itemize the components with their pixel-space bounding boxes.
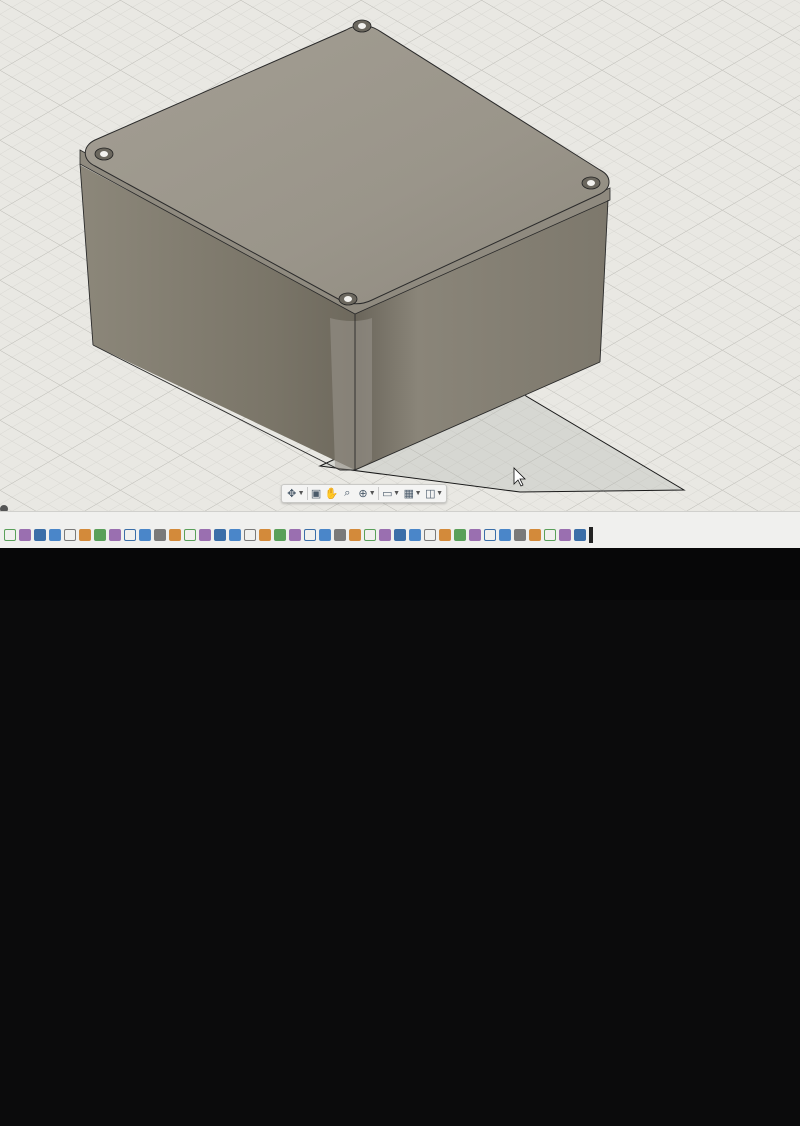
timeline-feature-icon[interactable] [94, 529, 106, 541]
zoom-icon[interactable]: ⌕ [341, 486, 355, 501]
timeline-feature-icon[interactable] [169, 529, 181, 541]
timeline-feature-icon[interactable] [259, 529, 271, 541]
grid-dropdown-caret[interactable]: ▼ [415, 490, 422, 497]
timeline-feature-icon[interactable] [379, 529, 391, 541]
timeline-feature-icon[interactable] [544, 529, 556, 541]
timeline-feature-icon[interactable] [529, 529, 541, 541]
timeline-feature-icon[interactable] [484, 529, 496, 541]
timeline-feature-icon[interactable] [139, 529, 151, 541]
timeline-feature-icon[interactable] [4, 529, 16, 541]
timeline-feature-icon[interactable] [199, 529, 211, 541]
fit-icon[interactable]: ⊕ [356, 486, 370, 501]
orbit-icon[interactable]: ✥ [285, 486, 299, 501]
zoom-dropdown-caret[interactable]: ▼ [369, 490, 376, 497]
screw-hole-icon [581, 176, 601, 190]
timeline-feature-icon[interactable] [304, 529, 316, 541]
timeline-feature-icon[interactable] [109, 529, 121, 541]
timeline-feature-list [4, 527, 593, 543]
screw-hole-icon [94, 147, 114, 161]
look-at-icon[interactable]: ▣ [309, 486, 323, 501]
monitor-brand-logo [330, 1114, 400, 1126]
orbit-dropdown-caret[interactable]: ▼ [298, 490, 305, 497]
canvas-viewport[interactable] [0, 0, 800, 548]
timeline-feature-icon[interactable] [289, 529, 301, 541]
timeline-feature-icon[interactable] [469, 529, 481, 541]
toolbar-divider [377, 487, 379, 500]
timeline-feature-icon[interactable] [364, 529, 376, 541]
timeline-feature-icon[interactable] [454, 529, 466, 541]
display-settings-icon[interactable]: ▭ [381, 486, 395, 501]
screw-hole-icon [338, 292, 358, 306]
timeline-feature-icon[interactable] [394, 529, 406, 541]
timeline-feature-icon[interactable] [184, 529, 196, 541]
screw-hole-icon [352, 19, 372, 33]
timeline-feature-icon[interactable] [334, 529, 346, 541]
monitor-screen: ✥ ▼ ▣ ✋ ⌕ ⊕ ▼ ▭ ▼ ▦ ▼ ◫ ▼ [0, 0, 800, 548]
timeline-playhead[interactable] [589, 527, 593, 543]
timeline-feature-icon[interactable] [49, 529, 61, 541]
timeline-feature-icon[interactable] [229, 529, 241, 541]
timeline-feature-icon[interactable] [124, 529, 136, 541]
viewports-icon[interactable]: ◫ [424, 486, 438, 501]
monitor-bezel [0, 548, 800, 600]
timeline-feature-icon[interactable] [514, 529, 526, 541]
timeline-feature-icon[interactable] [319, 529, 331, 541]
timeline-feature-icon[interactable] [274, 529, 286, 541]
corner-fillet [330, 318, 372, 470]
timeline-feature-icon[interactable] [349, 529, 361, 541]
timeline-feature-icon[interactable] [559, 529, 571, 541]
design-timeline [0, 511, 800, 548]
grid-settings-icon[interactable]: ▦ [402, 486, 416, 501]
timeline-feature-icon[interactable] [214, 529, 226, 541]
timeline-feature-icon[interactable] [34, 529, 46, 541]
pan-icon[interactable]: ✋ [325, 486, 339, 501]
viewports-dropdown-caret[interactable]: ▼ [436, 490, 443, 497]
timeline-feature-icon[interactable] [409, 529, 421, 541]
timeline-feature-icon[interactable] [244, 529, 256, 541]
timeline-feature-icon[interactable] [64, 529, 76, 541]
timeline-feature-icon[interactable] [154, 529, 166, 541]
timeline-feature-icon[interactable] [439, 529, 451, 541]
navigation-toolbar: ✥ ▼ ▣ ✋ ⌕ ⊕ ▼ ▭ ▼ ▦ ▼ ◫ ▼ [281, 484, 447, 503]
timeline-feature-icon[interactable] [19, 529, 31, 541]
timeline-feature-icon[interactable] [499, 529, 511, 541]
timeline-feature-icon[interactable] [574, 529, 586, 541]
toolbar-divider [306, 487, 308, 500]
timeline-feature-icon[interactable] [424, 529, 436, 541]
timeline-feature-icon[interactable] [79, 529, 91, 541]
display-dropdown-caret[interactable]: ▼ [393, 490, 400, 497]
